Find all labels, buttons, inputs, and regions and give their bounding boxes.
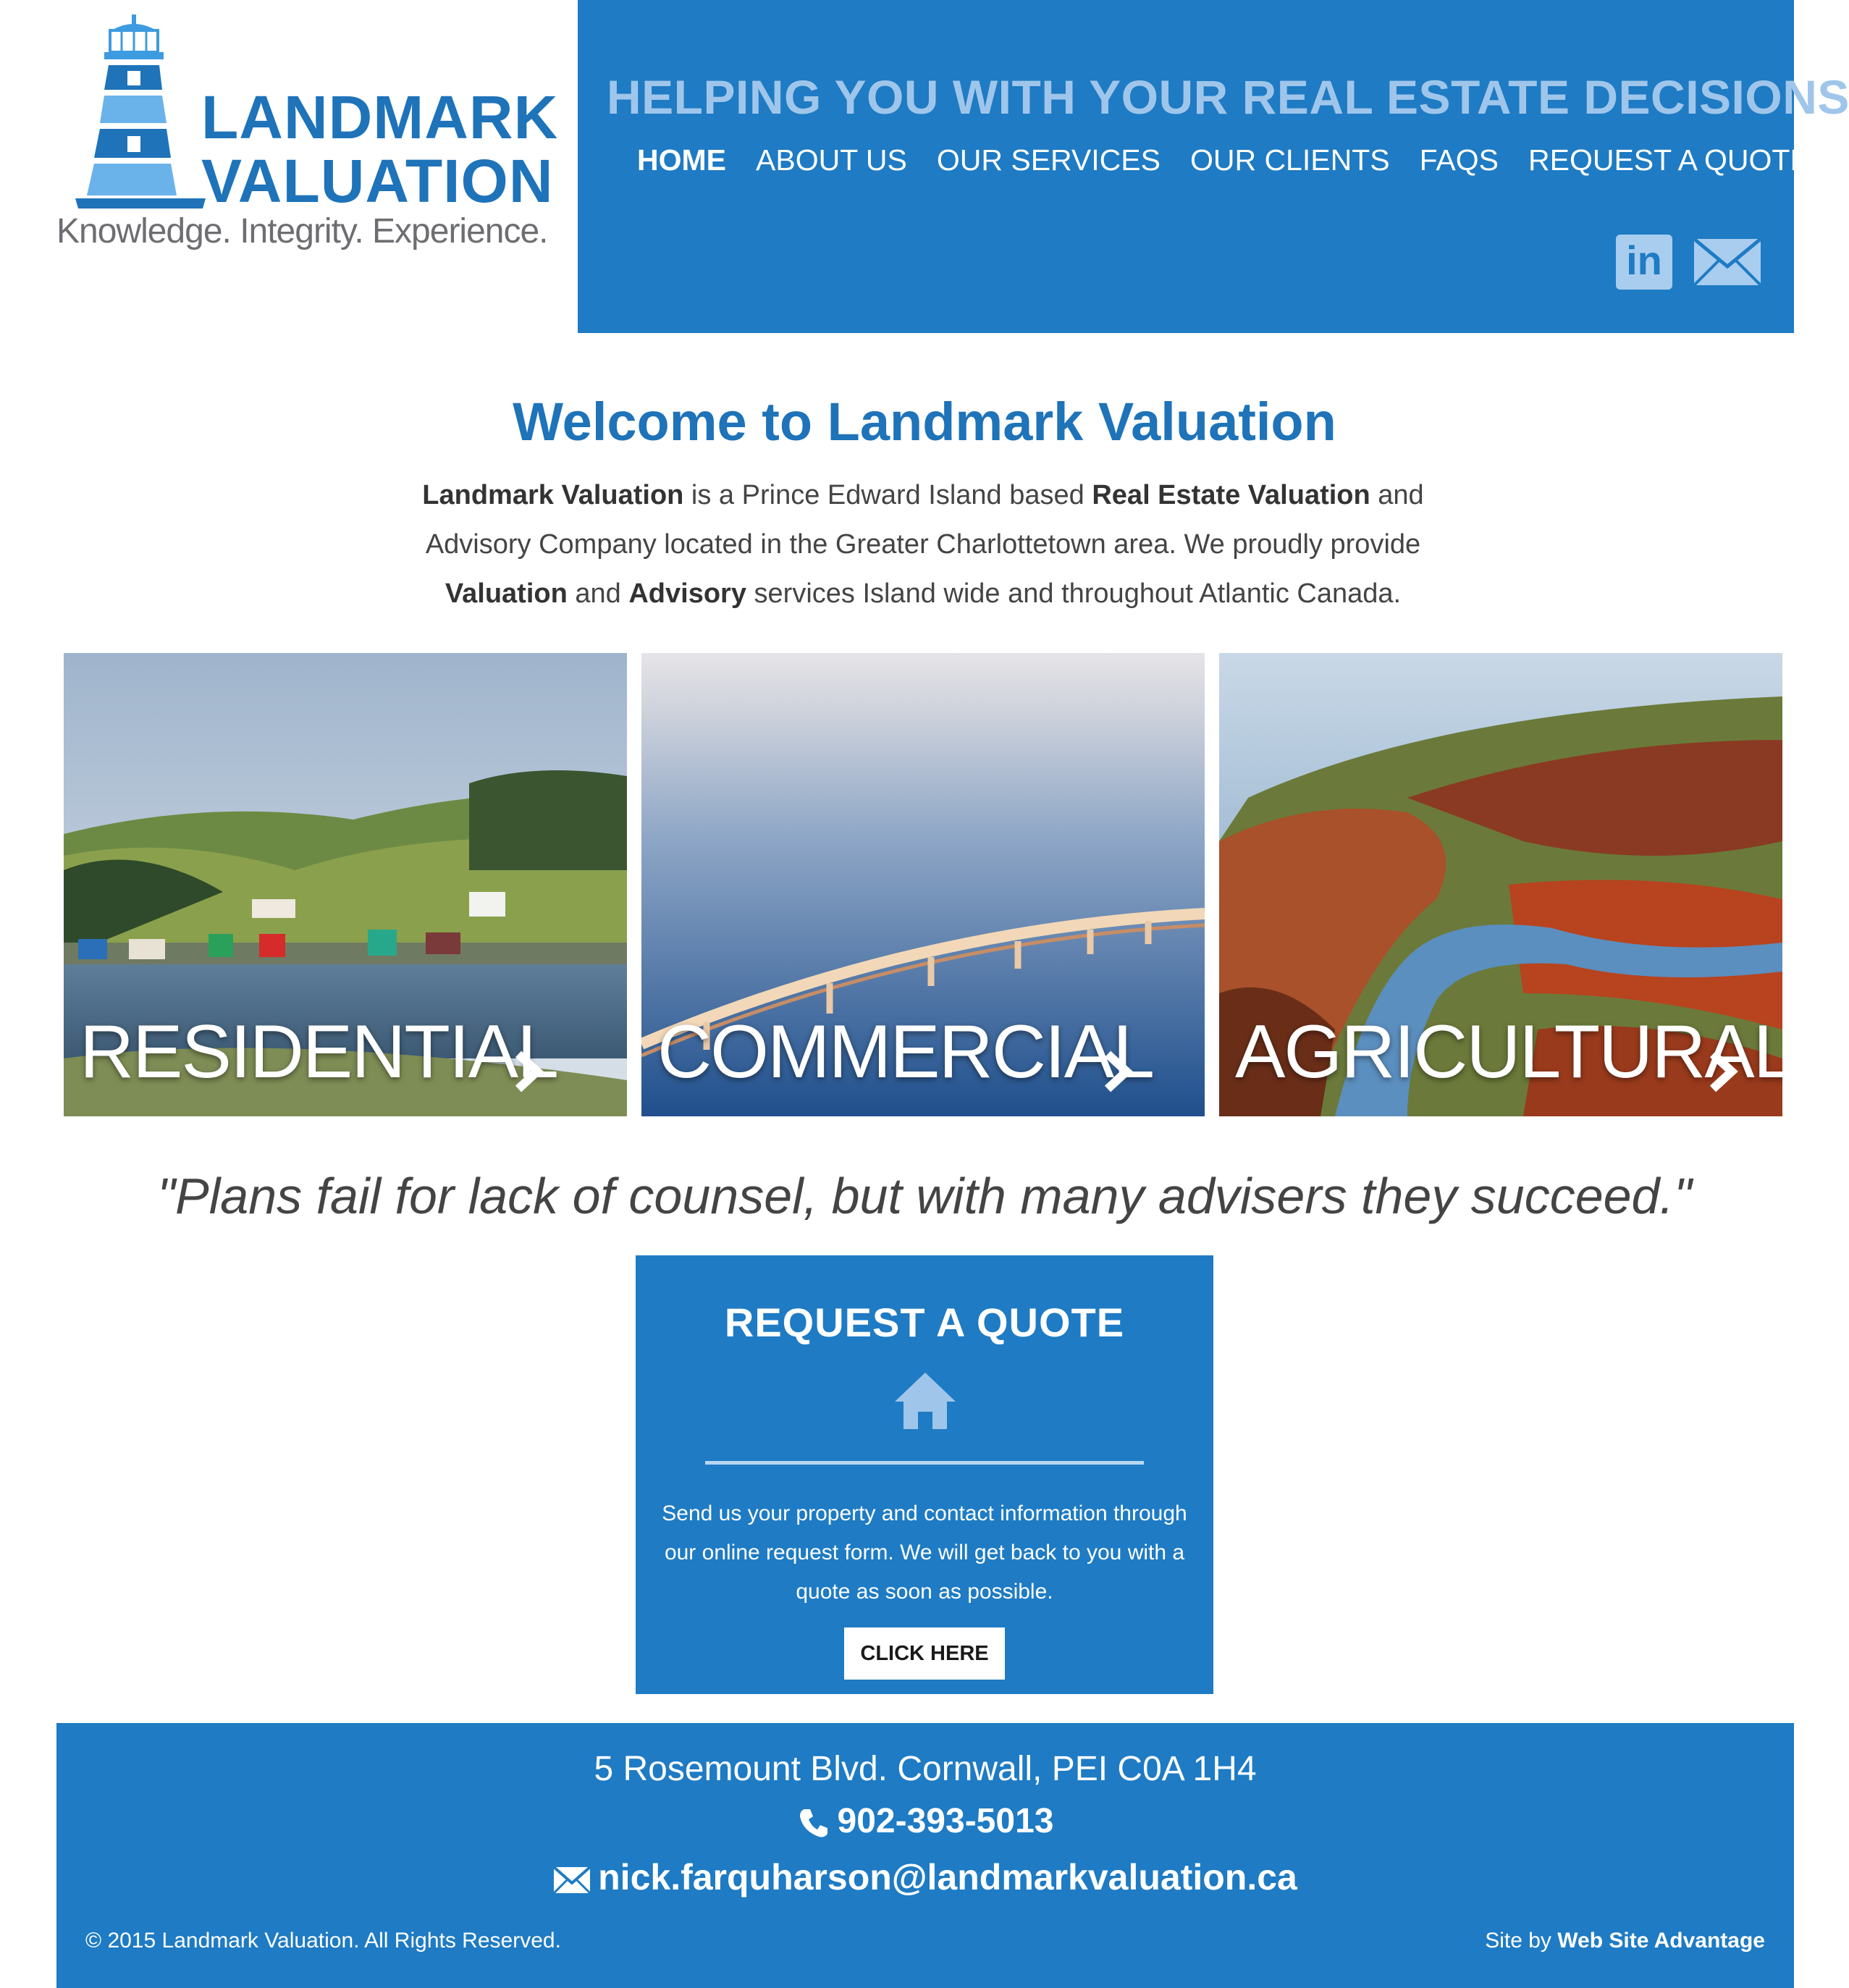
request-quote-description: Send us your property and contact inform…	[662, 1501, 1187, 1604]
nav-about-us[interactable]: ABOUT US	[756, 143, 907, 177]
site-footer: 5 Rosemount Blvd. Cornwall, PEI C0A 1H4 …	[56, 1723, 1794, 1988]
linkedin-icon[interactable]: in	[1616, 235, 1672, 290]
header-panel: HELPING YOU WITH YOUR REAL ESTATE DECISI…	[578, 0, 1849, 333]
service-tile-commercial[interactable]: COMMERCIAL	[641, 653, 1205, 1116]
nav-request-a-quote[interactable]: REQUEST A QUOTE	[1528, 143, 1810, 177]
logo-word-valuation: VALUATION	[201, 147, 554, 215]
request-quote-divider	[705, 1461, 1144, 1465]
linkedin-icon-text: in	[1626, 237, 1662, 283]
request-quote-box: REQUEST A QUOTE Send us your property an…	[636, 1255, 1213, 1694]
intro-paragraph: Landmark Valuation is a Prince Edward Is…	[405, 471, 1441, 618]
site-logo[interactable]: LANDMARK VALUATION Knowledge. Integrity.…	[56, 14, 557, 261]
nav-faqs[interactable]: FAQS	[1420, 143, 1499, 177]
footer-email-address: nick.farquharson@landmarkvaluation.ca	[598, 1857, 1297, 1898]
intro-bold-valuation: Valuation	[445, 578, 568, 609]
footer-address: 5 Rosemount Blvd. Cornwall, PEI C0A 1H4	[594, 1750, 1257, 1788]
main-nav: HOME ABOUT US OUR SERVICES OUR CLIENTS F…	[637, 143, 1810, 177]
envelope-icon	[553, 1866, 591, 1894]
service-label-agricultural: AGRICULTURAL	[1235, 1010, 1782, 1094]
chevron-right-icon	[1104, 1050, 1133, 1092]
chevron-right-icon	[515, 1050, 544, 1092]
nav-our-services[interactable]: OUR SERVICES	[937, 143, 1161, 177]
quote-text: "Plans fail for lack of counsel, but wit…	[157, 1168, 1692, 1224]
chevron-right-icon	[1709, 1050, 1738, 1092]
home-icon	[895, 1373, 956, 1429]
welcome-title: Welcome to Landmark Valuation	[513, 392, 1336, 452]
lighthouse-logo-icon	[75, 14, 206, 209]
nav-our-clients[interactable]: OUR CLIENTS	[1190, 143, 1390, 177]
intro-text-1: is a Prince Edward Island based	[683, 480, 1092, 510]
footer-phone[interactable]: 902-393-5013	[56, 1801, 1794, 1841]
nav-home[interactable]: HOME	[637, 143, 726, 177]
intro-text-3: and	[567, 578, 629, 609]
intro-bold-company: Landmark Valuation	[422, 480, 684, 510]
service-label-residential: RESIDENTIAL	[80, 1010, 559, 1094]
logo-word-landmark: LANDMARK	[201, 83, 559, 151]
footer-credit-prefix: Site by	[1485, 1929, 1558, 1953]
header-slogan: HELPING YOU WITH YOUR REAL ESTATE DECISI…	[607, 70, 1849, 124]
footer-copyright: © 2015 Landmark Valuation. All Rights Re…	[85, 1929, 561, 1953]
intro-bold-rev: Real Estate Valuation	[1092, 480, 1370, 510]
service-tile-residential[interactable]: RESIDENTIAL	[64, 653, 627, 1116]
service-label-commercial: COMMERCIAL	[657, 1010, 1155, 1094]
footer-phone-number: 902-393-5013	[837, 1802, 1054, 1840]
phone-icon	[799, 1809, 827, 1837]
intro-text-4: services Island wide and throughout Atla…	[746, 578, 1402, 609]
footer-credit-link[interactable]: Web Site Advantage	[1557, 1929, 1765, 1953]
request-quote-title: REQUEST A QUOTE	[724, 1300, 1125, 1345]
intro-bold-advisory: Advisory	[628, 578, 746, 609]
envelope-icon[interactable]	[1693, 235, 1762, 290]
click-here-button[interactable]: CLICK HERE	[844, 1627, 1005, 1680]
logo-tagline: Knowledge. Integrity. Experience.	[56, 212, 549, 250]
footer-email[interactable]: nick.farquharson@landmarkvaluation.ca	[56, 1856, 1794, 1898]
footer-credit: Site by Web Site Advantage	[1485, 1929, 1765, 1953]
service-tile-agricultural[interactable]: AGRICULTURAL	[1219, 653, 1782, 1116]
